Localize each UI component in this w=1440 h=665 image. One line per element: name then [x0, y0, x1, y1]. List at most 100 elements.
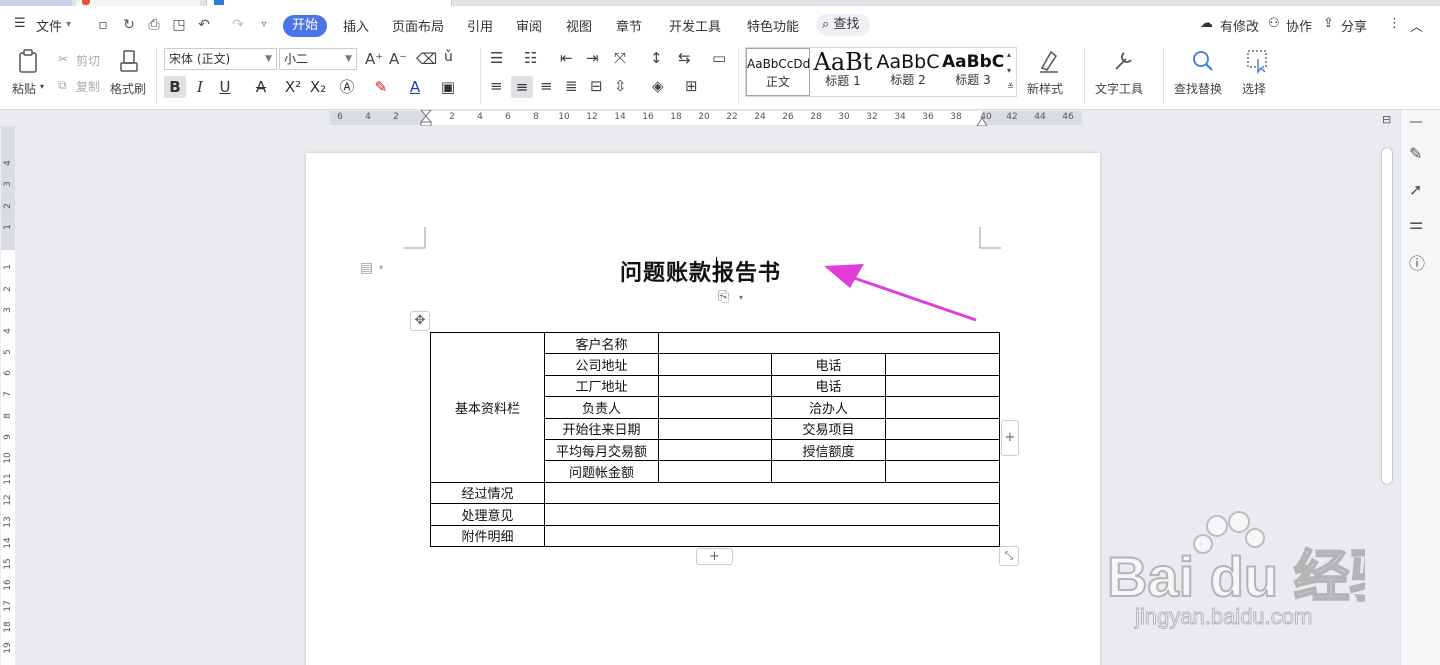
table-cell[interactable]	[658, 374, 772, 398]
vertical-ruler[interactable]: 4 3 2 1 1 2 3 4 5 6 7 8 9 10 11 12 13 14…	[0, 126, 16, 665]
vertical-scrollbar[interactable]	[1381, 147, 1393, 485]
format-painter-icon[interactable]	[116, 48, 142, 74]
table-cell[interactable]	[884, 353, 1001, 376]
save-icon[interactable]: ▫	[94, 16, 112, 34]
tab-view[interactable]: 视图	[566, 16, 592, 35]
document-title[interactable]: 问题账款报告书	[620, 255, 781, 287]
section-label-cell[interactable]: 基本资料栏	[430, 332, 545, 483]
tab-references[interactable]: 引用	[467, 16, 493, 35]
tab-start[interactable]: 开始	[283, 15, 327, 37]
print-icon[interactable]: ⎙	[145, 16, 163, 34]
redo-icon[interactable]: ↷	[229, 16, 247, 34]
show-marks-icon[interactable]: ⇆	[678, 49, 691, 67]
table-cell[interactable]: 问题帐金额	[544, 460, 659, 483]
scroll-up-icon[interactable]: ▴	[1007, 50, 1011, 59]
superscript-button[interactable]: X²	[282, 76, 304, 98]
align-left-icon[interactable]: ≡	[490, 77, 503, 95]
share-button[interactable]: 分享	[1341, 16, 1367, 35]
horizontal-ruler[interactable]: 6 4 2 2 4 6 8 10 12 14 16 18 20 22 24 26…	[0, 110, 1400, 126]
clear-format-icon[interactable]: ⌫	[416, 50, 437, 68]
table-cell[interactable]	[657, 331, 1001, 355]
copy-button[interactable]: 复制	[76, 78, 100, 95]
table-cell[interactable]	[884, 438, 1001, 462]
format-painter-button[interactable]: 格式刷	[110, 80, 146, 97]
numbered-list-icon[interactable]: ☷	[524, 49, 537, 67]
table-cell[interactable]	[658, 417, 772, 440]
find-replace-button[interactable]: 查找替换	[1174, 80, 1222, 97]
table-cell[interactable]: 处理意见	[430, 503, 545, 526]
font-name-select[interactable]: 宋体 (正文) ▼	[164, 48, 277, 70]
decrease-indent-icon[interactable]: ⇤	[560, 49, 573, 67]
pen-icon[interactable]: ✎	[1409, 144, 1431, 166]
paste-button[interactable]: 粘贴	[12, 80, 36, 97]
underline-button[interactable]: U	[214, 76, 236, 98]
font-size-select[interactable]: 小二 ▼	[279, 48, 357, 70]
table-cell[interactable]	[884, 396, 1001, 419]
report-table[interactable]: 基本资料栏 客户名称 公司地址 电话 工厂地址 电话 负责人 洽办人 开始往来日…	[430, 331, 1001, 547]
table-cell[interactable]	[658, 396, 772, 419]
scroll-down-icon[interactable]: ▾	[1007, 66, 1011, 75]
tab-review[interactable]: 审阅	[516, 16, 542, 35]
table-cell[interactable]	[543, 503, 1001, 526]
tab-insert[interactable]: 插入	[343, 16, 369, 35]
tab-features[interactable]: 特色功能	[747, 16, 799, 35]
new-style-icon[interactable]	[1036, 48, 1062, 74]
char-border-icon[interactable]: ▣	[437, 76, 459, 98]
table-cell[interactable]: 经过情况	[430, 481, 545, 505]
text-effect-icon[interactable]: Ⓐ	[336, 76, 358, 98]
line-spacing-icon[interactable]: ⇳	[614, 77, 627, 95]
more-icon[interactable]: ▿	[255, 16, 273, 34]
shrink-font-icon[interactable]: A⁻	[389, 50, 407, 68]
undo-icon[interactable]: ↶	[195, 16, 213, 34]
paragraph-layout-icon[interactable]: ▤	[360, 260, 373, 276]
table-cell[interactable]: 洽办人	[771, 396, 886, 419]
chevron-down-icon[interactable]: ▾	[66, 19, 71, 30]
select-button[interactable]: 选择	[1242, 80, 1266, 97]
paste-options-icon[interactable]: ⎘	[718, 289, 729, 305]
table-cell[interactable]	[771, 460, 886, 483]
expand-gallery-icon[interactable]: ≚	[1007, 82, 1014, 91]
export-icon[interactable]: ↻	[120, 16, 138, 34]
font-color-icon[interactable]: A	[404, 76, 426, 98]
shading-icon[interactable]: ◈	[652, 77, 664, 95]
justify-icon[interactable]: ≣	[565, 77, 578, 95]
table-cell[interactable]	[658, 438, 772, 462]
cursor-icon[interactable]: ➚	[1409, 180, 1431, 202]
table-cell[interactable]	[884, 374, 1001, 398]
select-icon[interactable]	[1245, 48, 1271, 74]
minimize-panel-icon[interactable]: —	[1409, 114, 1431, 136]
more-options-icon[interactable]: ⋮	[1388, 16, 1401, 31]
chinese-layout-icon[interactable]: ⤧	[614, 49, 626, 67]
bold-button[interactable]: B	[164, 76, 186, 98]
bullet-list-icon[interactable]: ☰	[490, 49, 503, 67]
style-normal[interactable]: AaBbCcDd 正文	[746, 48, 810, 96]
table-cell[interactable]	[884, 417, 1001, 440]
chevron-down-icon[interactable]: ▾	[739, 293, 743, 302]
table-cell[interactable]: 电话	[771, 353, 886, 376]
changes-status[interactable]: 有修改	[1220, 16, 1259, 35]
find-replace-icon[interactable]	[1190, 48, 1216, 74]
wrench-icon[interactable]	[1110, 48, 1136, 74]
table-cell[interactable]: 公司地址	[544, 353, 659, 376]
table-move-handle-icon[interactable]: ✥	[410, 311, 430, 331]
chevron-down-icon[interactable]: ▾	[379, 263, 383, 272]
table-cell[interactable]: 电话	[771, 374, 886, 398]
table-cell[interactable]: 授信额度	[771, 438, 886, 462]
style-heading-1[interactable]: AaBt 标题 1	[812, 48, 874, 96]
style-heading-3[interactable]: AaBbC 标题 3	[942, 48, 1004, 96]
table-cell[interactable]: 工厂地址	[544, 374, 659, 398]
tab-marks-icon[interactable]: ▭	[712, 49, 726, 67]
align-right-icon[interactable]: ≡	[540, 77, 553, 95]
indent-marker-icon[interactable]	[420, 110, 432, 126]
tab-developer[interactable]: 开发工具	[669, 16, 721, 35]
text-tools-button[interactable]: 文字工具	[1095, 80, 1143, 97]
paste-dropdown-icon[interactable]: ▾	[40, 82, 44, 91]
table-cell[interactable]: 客户名称	[544, 331, 659, 355]
grow-font-icon[interactable]: A⁺	[365, 50, 383, 68]
table-resize-handle-icon[interactable]: ⤡	[999, 546, 1019, 566]
subscript-button[interactable]: X₂	[307, 76, 329, 98]
italic-button[interactable]: I	[189, 76, 211, 98]
hamburger-icon[interactable]: ☰	[14, 16, 26, 31]
table-cell[interactable]: 交易项目	[771, 417, 886, 440]
table-cell[interactable]: 附件明细	[430, 524, 545, 547]
